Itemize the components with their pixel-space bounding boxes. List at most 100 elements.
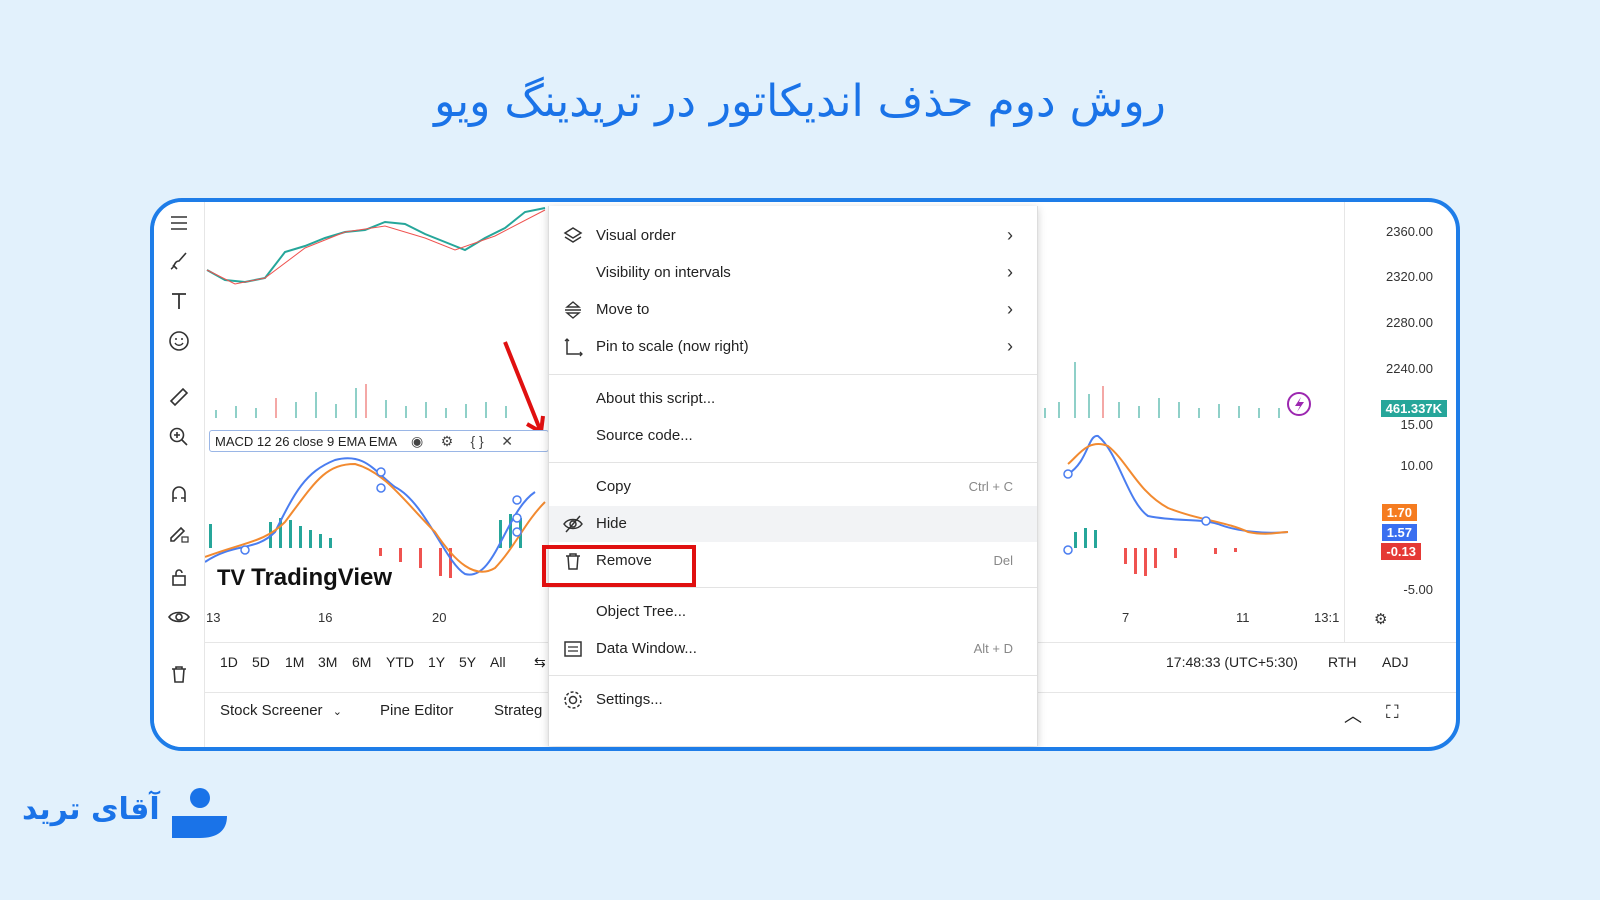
range-5y[interactable]: 5Y (459, 654, 476, 670)
gear-icon[interactable]: ⚙ (1374, 610, 1387, 628)
remove-highlight-box (542, 545, 696, 587)
chevron-right-icon: › (1007, 336, 1013, 356)
gear-icon[interactable]: ⚙ (437, 432, 457, 450)
range-all[interactable]: All (490, 654, 506, 670)
price-label: 15.00 (1400, 417, 1433, 432)
volume-bars (215, 384, 507, 418)
signal-value-badge: 1.70 (1381, 504, 1417, 521)
eye-icon[interactable]: ◉ (407, 432, 427, 450)
lightning-icon[interactable] (1287, 392, 1311, 416)
time-label: 13:1 (1314, 610, 1340, 625)
menu-item-object-tree[interactable]: Object Tree... (549, 594, 1037, 630)
brush-icon[interactable] (162, 244, 196, 278)
emoji-icon[interactable] (162, 324, 196, 358)
price-label: 2280.00 (1386, 315, 1433, 330)
macd-line (204, 457, 536, 576)
pencil-lock-icon[interactable] (162, 517, 196, 551)
price-label: 2360.00 (1386, 224, 1433, 239)
price-candles (206, 207, 546, 285)
menu-item-settings[interactable]: Settings... (549, 682, 1037, 718)
menu-item-visual-order[interactable]: Visual order › (549, 218, 1037, 254)
menu-divider (549, 675, 1037, 676)
time-label: 13 (206, 610, 221, 625)
tv-mark-icon: TV (217, 565, 246, 590)
close-icon[interactable]: ✕ (497, 432, 517, 450)
range-1y[interactable]: 1Y (428, 654, 445, 670)
menu-item-source-code[interactable]: Source code... (549, 418, 1037, 454)
tradingview-screenshot-frame: MACD 12 26 close 9 EMA EMA ◉ ⚙ { } ✕ TV T… (150, 198, 1460, 751)
histogram-value-badge: -0.13 (1381, 543, 1421, 560)
eye-icon[interactable] (162, 600, 196, 634)
page-headline: روش دوم حذف اندیکاتور در تریدینگ ویو (434, 76, 1166, 127)
source-code-icon[interactable]: { } (467, 432, 487, 450)
menu-lines-icon[interactable] (162, 206, 196, 240)
tab-stock-screener[interactable]: Stock Screener ⌄ (220, 702, 342, 719)
chevron-up-icon[interactable]: ︿ (1344, 702, 1362, 728)
clock-time[interactable]: 17:48:33 (UTC+5:30) (1166, 654, 1298, 670)
red-pointer-arrow (503, 341, 545, 434)
trash-icon[interactable] (162, 657, 196, 691)
macd-line-right (1067, 435, 1289, 534)
price-label: 2320.00 (1386, 269, 1433, 284)
price-scale[interactable]: 2360.00 2320.00 2280.00 2240.00 15.00 10… (1344, 202, 1456, 642)
chevron-down-icon: ⌄ (332, 706, 342, 718)
menu-divider (549, 374, 1037, 375)
adjustment-toggle[interactable]: ADJ (1382, 654, 1408, 670)
range-5d[interactable]: 5D (252, 654, 270, 670)
eye-off-icon (561, 512, 585, 536)
macd-value-badge: 1.57 (1381, 524, 1417, 541)
price-label: 10.00 (1400, 458, 1433, 473)
axis-pin-icon (561, 335, 585, 359)
price-label: 2240.00 (1386, 361, 1433, 376)
text-icon[interactable] (162, 284, 196, 318)
ruler-icon[interactable] (162, 380, 196, 414)
context-menu: Visual order › Visibility on intervals ›… (548, 206, 1038, 746)
tab-pine-editor[interactable]: Pine Editor (380, 702, 453, 719)
data-window-shortcut: Alt + D (973, 641, 1013, 656)
volume-badge: 461.337K (1380, 400, 1447, 417)
gear-icon (561, 688, 585, 712)
chevron-right-icon: › (1007, 299, 1013, 319)
brand-name: آقای ترید (22, 792, 160, 827)
chevron-right-icon: › (1007, 262, 1013, 282)
range-3m[interactable]: 3M (318, 654, 337, 670)
menu-divider (549, 462, 1037, 463)
drawing-toolbar (154, 202, 205, 747)
menu-divider (549, 587, 1037, 588)
volume-bars-right (1044, 362, 1280, 418)
menu-item-data-window[interactable]: Data Window... Alt + D (549, 631, 1037, 667)
magnet-icon[interactable] (162, 477, 196, 511)
tab-strategy-tester[interactable]: Strateg (494, 702, 542, 719)
price-label: -5.00 (1403, 582, 1433, 597)
range-1d[interactable]: 1D (220, 654, 238, 670)
lock-icon[interactable] (162, 560, 196, 594)
compare-icon[interactable]: ⇆ (534, 654, 546, 671)
menu-item-hide[interactable]: Hide (549, 506, 1037, 542)
menu-item-about-script[interactable]: About this script... (549, 381, 1037, 417)
tradingview-logo: TV TradingView (217, 564, 393, 591)
chart-drawing-right (1044, 362, 1311, 576)
data-window-icon (561, 637, 585, 661)
copy-shortcut: Ctrl + C (968, 479, 1013, 494)
layers-icon (561, 224, 585, 248)
range-1m[interactable]: 1M (285, 654, 304, 670)
macd-histogram-right (1074, 528, 1237, 576)
maximize-icon[interactable]: ⛶ (1386, 702, 1399, 723)
macd-legend-label: MACD 12 26 close 9 EMA EMA (215, 433, 398, 449)
range-ytd[interactable]: YTD (386, 654, 414, 670)
time-label: 20 (432, 610, 447, 625)
macd-legend[interactable]: MACD 12 26 close 9 EMA EMA ◉ ⚙ { } ✕ (209, 430, 549, 452)
remove-shortcut: Del (993, 553, 1013, 568)
session-toggle[interactable]: RTH (1328, 654, 1357, 670)
chart-pane-right[interactable] (1038, 202, 1343, 642)
menu-item-copy[interactable]: Copy Ctrl + C (549, 469, 1037, 505)
menu-item-move-to[interactable]: Move to › (549, 292, 1037, 328)
time-label: 11 (1236, 610, 1250, 625)
zoom-in-icon[interactable] (162, 420, 196, 454)
time-label: 16 (318, 610, 333, 625)
range-6m[interactable]: 6M (352, 654, 371, 670)
menu-item-pin-to-scale[interactable]: Pin to scale (now right) › (549, 329, 1037, 365)
chevron-right-icon: › (1007, 225, 1013, 245)
move-pane-icon (561, 298, 585, 322)
menu-item-visibility[interactable]: Visibility on intervals › (549, 255, 1037, 291)
